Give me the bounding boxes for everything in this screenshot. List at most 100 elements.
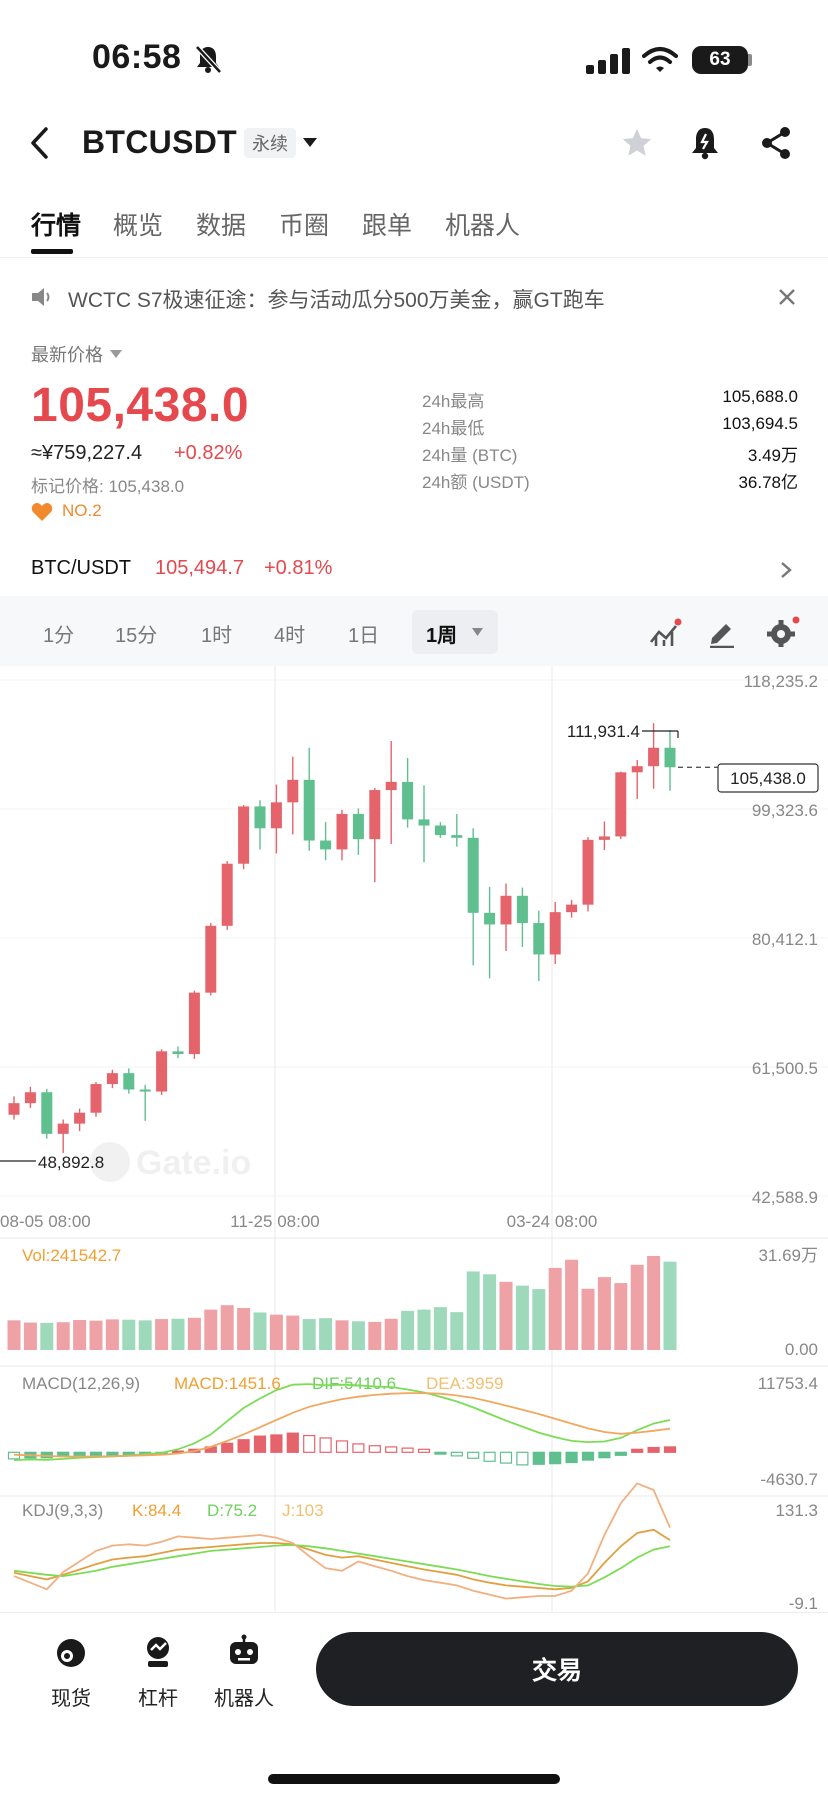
candle <box>320 840 332 850</box>
tab-community[interactable]: 币圈 <box>279 206 329 242</box>
nav-bots[interactable]: 机器人 <box>194 1682 294 1711</box>
interval-15m[interactable]: 15分 <box>115 619 157 648</box>
candle <box>451 835 463 838</box>
kdj-label: KDJ(9,3,3) <box>22 1501 103 1520</box>
interval-1h[interactable]: 1时 <box>201 619 232 648</box>
macd-bar <box>467 1451 480 1459</box>
y-axis-label: 80,412.1 <box>752 930 818 949</box>
candle <box>664 747 676 768</box>
volume-bar <box>335 1320 349 1350</box>
volume-bar <box>384 1318 398 1350</box>
macd-bar <box>385 1446 398 1453</box>
nav-leverage[interactable]: 杠杆 <box>108 1682 208 1711</box>
volume-bar <box>499 1281 513 1350</box>
pair-title[interactable]: BTCUSDT <box>82 124 237 161</box>
close-icon[interactable] <box>778 288 796 306</box>
share-icon[interactable] <box>760 126 792 160</box>
price-change: +0.82% <box>174 442 243 464</box>
dea-value: DEA:3959 <box>426 1374 504 1393</box>
volume-bar <box>187 1317 201 1350</box>
candle <box>270 802 282 829</box>
leverage-icon[interactable] <box>140 1634 176 1670</box>
candle <box>139 1089 151 1092</box>
high-marker: 111,931.4 <box>567 722 679 741</box>
tab-overview[interactable]: 概览 <box>113 206 163 242</box>
candle <box>566 904 578 913</box>
interval-1m[interactable]: 1分 <box>43 619 74 648</box>
macd-bar <box>581 1451 595 1461</box>
heart-rank-icon <box>31 503 53 521</box>
latest-price-label[interactable]: 最新价格 <box>31 341 103 367</box>
macd-bar <box>286 1432 299 1453</box>
draw-tool-icon[interactable] <box>708 618 736 648</box>
kline-chart[interactable]: Gate.io 118,235.2 99,323.6 80,412.1 61,5… <box>0 666 828 1612</box>
tab-data[interactable]: 数据 <box>196 206 246 242</box>
candle <box>549 912 561 955</box>
tab-bots[interactable]: 机器人 <box>445 206 520 242</box>
star-icon[interactable] <box>620 126 654 160</box>
volume-bar <box>286 1315 300 1350</box>
volume-bar <box>105 1319 119 1350</box>
tab-market[interactable]: 行情 <box>31 206 81 242</box>
chevron-down-icon[interactable] <box>302 136 318 148</box>
candle <box>172 1051 184 1055</box>
interval-caret-icon[interactable] <box>472 628 483 636</box>
macd-value: MACD:1451.6 <box>174 1374 281 1393</box>
back-icon[interactable] <box>28 126 52 160</box>
y-axis-label: 61,500.5 <box>752 1059 818 1078</box>
x-axis-label: 03-24 08:00 <box>507 1212 598 1231</box>
macd-label: MACD(12,26,9) <box>22 1374 140 1393</box>
speaker-icon <box>32 288 50 306</box>
candle <box>156 1051 168 1092</box>
indicator-icon[interactable] <box>648 618 682 648</box>
interval-4h[interactable]: 4时 <box>274 619 305 648</box>
candle <box>287 779 299 803</box>
macd-bar <box>483 1451 496 1462</box>
candle <box>598 836 610 840</box>
macd-bar <box>221 1442 234 1453</box>
candle <box>188 992 200 1055</box>
macd-bar <box>614 1451 627 1456</box>
chevron-right-icon[interactable] <box>780 561 792 579</box>
candle <box>500 895 512 925</box>
price-alert-icon[interactable] <box>690 126 720 160</box>
announcement-text[interactable]: WCTC S7极速征途：参与活动瓜分500万美金，赢GT跑车 <box>68 284 605 314</box>
candle <box>8 1103 20 1115</box>
spot-pair[interactable]: BTC/USDT <box>31 557 131 580</box>
interval-1d[interactable]: 1日 <box>348 619 379 648</box>
macd-bar <box>631 1448 644 1453</box>
trade-button[interactable]: 交易 <box>316 1632 798 1706</box>
kdj-k-value: K:84.4 <box>132 1501 181 1520</box>
nav-spot[interactable]: 现货 <box>21 1682 121 1711</box>
volume-bar <box>319 1318 333 1350</box>
interval-1w[interactable]: 1周 <box>426 619 457 648</box>
volume-bar <box>204 1309 218 1350</box>
kdj-d-line <box>13 1544 671 1588</box>
candle <box>238 806 250 864</box>
caret-down-icon[interactable] <box>110 350 122 358</box>
macd-bar <box>565 1451 578 1464</box>
macd-bar <box>499 1451 513 1464</box>
volume-label: Vol:241542.7 <box>22 1246 121 1265</box>
macd-bar <box>368 1445 381 1453</box>
volume-bar <box>483 1274 497 1350</box>
low-marker-text: 48,892.8 <box>38 1153 104 1172</box>
candle <box>385 781 397 791</box>
volume-bar <box>597 1277 611 1350</box>
x-axis-label: 08-05 08:00 <box>0 1212 91 1231</box>
settings-icon[interactable] <box>766 616 800 648</box>
macd-bar <box>532 1451 545 1465</box>
contract-type-badge: 永续 <box>244 128 296 158</box>
watermark-text: Gate.io <box>136 1144 251 1182</box>
stat-turnover-label: 24h额 (USDT) <box>422 473 530 492</box>
candle <box>467 837 479 913</box>
tab-copy-trading[interactable]: 跟单 <box>362 206 412 242</box>
robot-icon[interactable] <box>226 1634 262 1670</box>
macd-bar <box>352 1443 365 1453</box>
candle <box>418 819 430 826</box>
cny-price: ≈¥759,227.4 <box>31 442 143 464</box>
volume-bar <box>450 1312 464 1350</box>
stat-low-label: 24h最低 <box>422 419 485 438</box>
macd-bar <box>73 1451 86 1457</box>
spot-icon[interactable] <box>54 1636 88 1670</box>
